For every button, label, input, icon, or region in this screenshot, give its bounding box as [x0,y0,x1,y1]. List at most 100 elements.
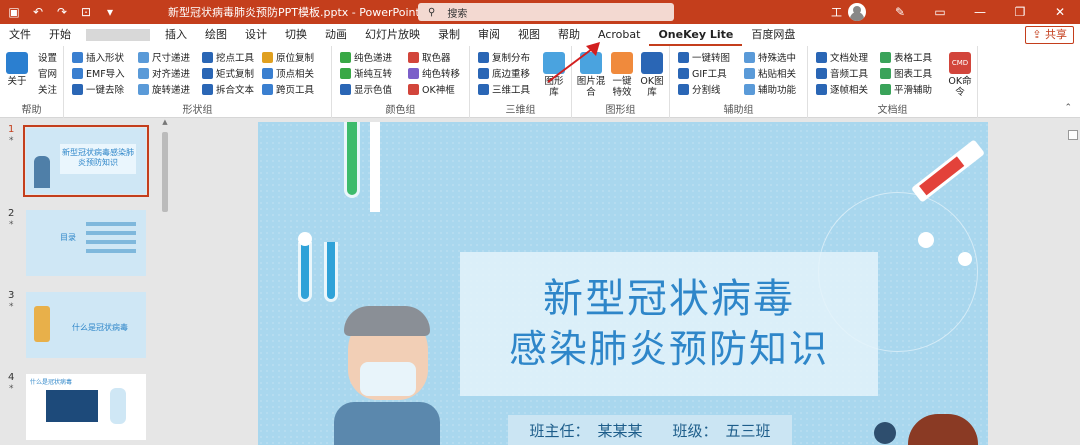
solid-step-label: 纯色递进 [354,53,393,64]
solid-step-button[interactable]: 纯色递进 [340,50,392,64]
split-merge-text-button[interactable]: 拆合文本 [202,82,254,96]
color-picker-button[interactable]: 取色器 [408,50,451,64]
undo-icon[interactable]: ↶ [28,2,48,22]
thumbnail-scrollbar[interactable]: ▲ [160,118,170,445]
threed-tool-button[interactable]: 三维工具 [478,82,530,96]
slide-title-line2: 感染肺炎预防知识 [508,327,829,371]
one-click-effect-button[interactable]: 一键特效 [608,52,636,98]
child-illustration [908,414,978,445]
solid-step-icon [340,51,351,63]
slide-thumbnail[interactable]: 什么是冠状病毒 [26,292,146,358]
slide-title-box[interactable]: 新型冠状病毒 感染肺炎预防知识 [460,252,878,396]
follow-button[interactable]: 关注 [38,82,57,96]
cross-page-tool-icon [262,83,273,95]
tab-animations[interactable]: 动画 [316,24,356,46]
tab-baidu-netdisk[interactable]: 百度网盘 [742,24,804,46]
image-group-label: 图形组 [605,105,636,116]
shape-group-label: 形状组 [182,105,213,116]
base-reshift-button[interactable]: 底边重移 [478,66,530,80]
insert-shape-button[interactable]: 插入形状 [72,50,124,64]
share-button[interactable]: ⇪ 共享 [1025,26,1074,44]
website-button[interactable]: 官网 [38,66,57,80]
slide-thumbnail[interactable]: 新型冠状病毒感染肺炎预防知识 [23,125,149,197]
color-picker-icon [408,51,419,63]
vertex-related-button[interactable]: 顶点相关 [262,66,314,80]
matrix-copy-icon [202,67,213,79]
one-click-to-image-button[interactable]: 一键转图 [678,50,730,64]
ribbon-display-icon[interactable]: ▭ [920,5,960,19]
slide-thumbnail[interactable]: 目录 [26,210,146,276]
redacted-tab [86,29,150,41]
show-color-value-button[interactable]: 显示色值 [340,82,392,96]
solid-transfer-button[interactable]: 纯色转移 [408,66,460,80]
close-button[interactable]: ✕ [1040,5,1080,19]
assist-function-label: 辅助功能 [758,85,797,96]
special-select-button[interactable]: 特殊选中 [744,50,796,64]
maximize-button[interactable]: ❐ [1000,5,1040,19]
size-step-button[interactable]: 尺寸递进 [138,50,190,64]
audio-tool-button[interactable]: 音频工具 [816,66,868,80]
doctor-mask [360,362,416,396]
slide-thumbnail[interactable]: 什么是冠状病毒 [26,374,146,440]
chart-tool-icon [880,67,891,79]
tab-design[interactable]: 设计 [236,24,276,46]
align-step-button[interactable]: 对齐递进 [138,66,190,80]
about-button[interactable]: 关于 [4,52,30,87]
main-slide[interactable]: 新型冠状病毒 感染肺炎预防知识 班主任： 某某某 班级： 五三班 [258,122,988,445]
one-click-effect-label: 一键特效 [612,76,632,98]
matrix-copy-button[interactable]: 矩式复制 [202,66,254,80]
test-tube-blue-1 [298,242,312,302]
present-icon[interactable]: ⊡ [76,2,96,22]
divider-line-button[interactable]: 分割线 [678,82,721,96]
smooth-assist-button[interactable]: 平滑辅助 [880,82,932,96]
scrollbar-thumb[interactable] [162,132,168,212]
scroll-up-icon[interactable]: ▲ [160,118,170,126]
in-place-copy-label: 原位复制 [276,53,315,64]
gradient-solid-swap-button[interactable]: 渐纯互转 [340,66,392,80]
tab-transitions[interactable]: 切换 [276,24,316,46]
gif-tool-button[interactable]: GIF工具 [678,66,727,80]
doc-process-button[interactable]: 文档处理 [816,50,868,64]
cutout-tool-button[interactable]: 挖点工具 [202,50,254,64]
tab-file[interactable]: 文件 [0,24,40,46]
settings-button[interactable]: 设置 [38,50,57,64]
chart-tool-label: 图表工具 [894,69,933,80]
solid-transfer-label: 纯色转移 [422,69,461,80]
assist-function-button[interactable]: 辅助功能 [744,82,796,96]
redo-icon[interactable]: ↷ [52,2,72,22]
cross-page-tool-button[interactable]: 跨页工具 [262,82,314,96]
color-picker-label: 取色器 [422,53,451,64]
audio-tool-label: 音频工具 [830,69,869,80]
emf-import-button[interactable]: EMF导入 [72,66,125,80]
collapse-ribbon-icon[interactable]: ⌃ [1064,103,1072,113]
frame-related-button[interactable]: 逐帧相关 [816,82,868,96]
emf-import-icon [72,67,83,79]
tab-slideshow[interactable]: 幻灯片放映 [356,24,429,46]
chart-tool-button[interactable]: 图表工具 [880,66,932,80]
save-icon[interactable]: ▣ [4,2,24,22]
minimize-button[interactable]: — [960,5,1000,19]
ok-box-button[interactable]: OK神框 [408,82,455,96]
tab-insert[interactable]: 插入 [156,24,196,46]
pen-icon[interactable]: ✎ [880,5,920,19]
tab-onekey-lite[interactable]: OneKey Lite [649,24,743,46]
rotate-step-button[interactable]: 旋转递进 [138,82,190,96]
color-group: 纯色递进 取色器 渐纯互转 纯色转移 显示色值 OK神框 颜色组 [332,46,470,118]
ok-command-button[interactable]: CMD OK命令 [946,52,974,98]
ok-gallery-button[interactable]: OK图库 [638,52,666,98]
tab-review[interactable]: 审阅 [469,24,509,46]
customize-qat-icon[interactable]: ▾ [100,2,120,22]
panel-toggle-box[interactable] [1068,130,1078,140]
tab-home[interactable]: 开始 [40,24,80,46]
avatar[interactable] [848,3,866,21]
copy-distribute-button[interactable]: 复制分布 [478,50,530,64]
teacher-info-bar[interactable]: 班主任： 某某某 班级： 五三班 [508,415,792,445]
tab-draw[interactable]: 绘图 [196,24,236,46]
in-place-copy-button[interactable]: 原位复制 [262,50,314,64]
search-input[interactable]: ⚲ 搜索 [418,3,674,21]
split-merge-text-label: 拆合文本 [216,85,255,96]
paste-related-button[interactable]: 粘贴相关 [744,66,796,80]
tab-record[interactable]: 录制 [429,24,469,46]
one-click-remove-button[interactable]: 一键去除 [72,82,124,96]
table-tool-button[interactable]: 表格工具 [880,50,932,64]
